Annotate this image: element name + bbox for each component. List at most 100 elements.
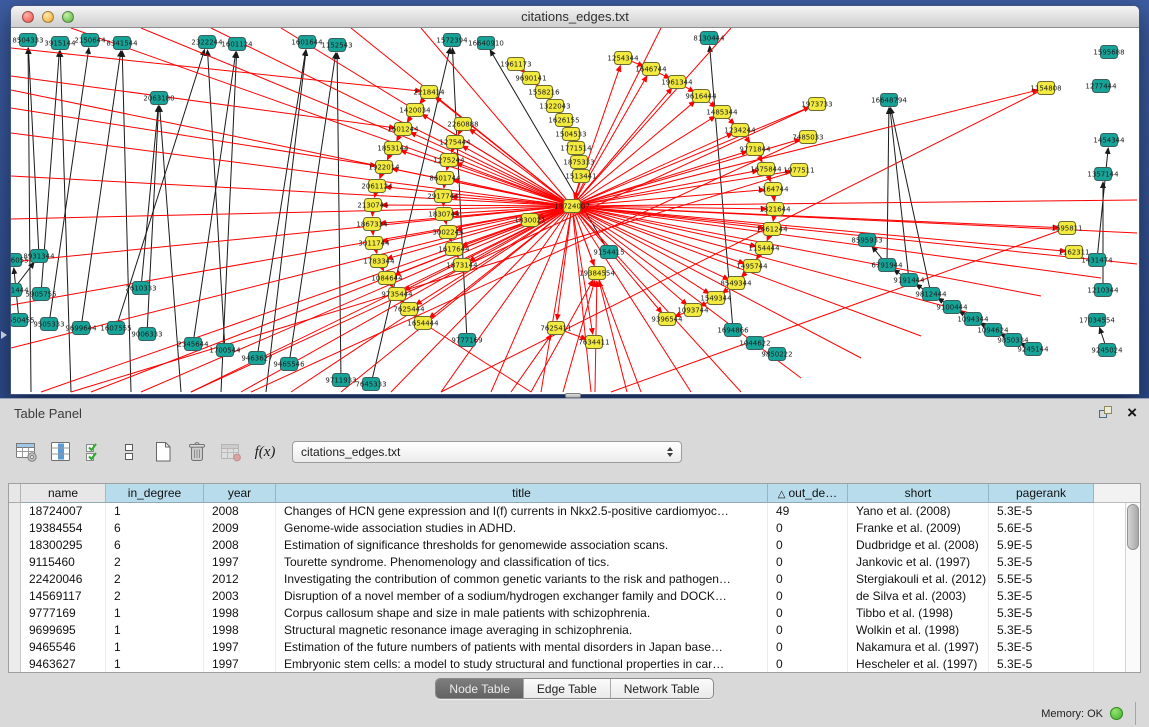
table-cell[interactable]: 5.3E-5 xyxy=(989,554,1094,571)
table-cell[interactable]: 2003 xyxy=(204,588,276,605)
table-cell[interactable]: 49 xyxy=(768,503,848,520)
table-cell[interactable]: 18300295 xyxy=(21,537,106,554)
table-cell[interactable]: Corpus callosum shape and size in male p… xyxy=(276,605,768,622)
table-cell[interactable]: 0 xyxy=(768,656,848,673)
table-cell[interactable]: Jankovic et al. (1997) xyxy=(848,554,989,571)
table-cell[interactable]: 2008 xyxy=(204,537,276,554)
table-cell[interactable]: 0 xyxy=(768,639,848,656)
table-cell[interactable]: 1 xyxy=(106,656,204,673)
table-cell[interactable]: Franke et al. (2009) xyxy=(848,520,989,537)
table-cell[interactable]: 5.3E-5 xyxy=(989,605,1094,622)
table-cell[interactable]: 6 xyxy=(106,537,204,554)
column-header-pagerank[interactable]: pagerank xyxy=(989,484,1094,503)
table-cell[interactable]: 1 xyxy=(106,605,204,622)
delete-table-button[interactable] xyxy=(182,438,212,466)
table-cell[interactable]: Stergiakouli et al. (2012) xyxy=(848,571,989,588)
show-column-button[interactable] xyxy=(46,438,76,466)
table-cell[interactable]: 6 xyxy=(106,520,204,537)
window-titlebar[interactable]: citations_edges.txt xyxy=(11,6,1139,28)
minimize-window-icon[interactable] xyxy=(42,11,54,23)
table-row[interactable]: 1938455462009Genome-wide association stu… xyxy=(9,520,1140,537)
table-cell[interactable]: 5.3E-5 xyxy=(989,639,1094,656)
table-row[interactable]: 911546021997Tourette syndrome. Phenomeno… xyxy=(9,554,1140,571)
table-cell[interactable]: 1998 xyxy=(204,605,276,622)
table-cell[interactable]: 18724007 xyxy=(21,503,106,520)
table-cell[interactable]: Yano et al. (2008) xyxy=(848,503,989,520)
table-cell[interactable]: 2 xyxy=(106,554,204,571)
column-header-in_degree[interactable]: in_degree xyxy=(106,484,204,503)
table-cell[interactable]: 0 xyxy=(768,554,848,571)
table-row[interactable]: 977716911998Corpus callosum shape and si… xyxy=(9,605,1140,622)
table-cell[interactable]: Wolkin et al. (1998) xyxy=(848,622,989,639)
table-cell[interactable]: 22420046 xyxy=(21,571,106,588)
table-cell[interactable]: de Silva et al. (2003) xyxy=(848,588,989,605)
column-header-out_degree[interactable]: △out_de… xyxy=(768,484,848,503)
table-row[interactable]: 1830029562008Estimation of significance … xyxy=(9,537,1140,554)
column-header-title[interactable]: title xyxy=(276,484,768,503)
row-selection-button[interactable] xyxy=(80,438,110,466)
tab-edge-table[interactable]: Edge Table xyxy=(524,679,611,698)
table-cell[interactable]: 9777169 xyxy=(21,605,106,622)
table-cell[interactable]: 14569117 xyxy=(21,588,106,605)
table-row[interactable]: 969969511998Structural magnetic resonanc… xyxy=(9,622,1140,639)
table-cell[interactable]: 2 xyxy=(106,571,204,588)
table-cell[interactable]: 0 xyxy=(768,520,848,537)
table-cell[interactable]: 9465546 xyxy=(21,639,106,656)
table-cell[interactable]: 5.6E-5 xyxy=(989,520,1094,537)
table-cell[interactable]: 1 xyxy=(106,622,204,639)
table-cell[interactable]: Tourette syndrome. Phenomenology and cla… xyxy=(276,554,768,571)
table-cell[interactable]: 1997 xyxy=(204,639,276,656)
table-row[interactable]: 1456911722003Disruption of a novel membe… xyxy=(9,588,1140,605)
table-cell[interactable]: Nakamura et al. (1997) xyxy=(848,639,989,656)
table-cell[interactable]: Hescheler et al. (1997) xyxy=(848,656,989,673)
table-cell[interactable]: Disruption of a novel member of a sodium… xyxy=(276,588,768,605)
table-settings-button[interactable] xyxy=(12,438,42,466)
new-table-button[interactable] xyxy=(148,438,178,466)
table-row[interactable]: 2242004622012Investigating the contribut… xyxy=(9,571,1140,588)
table-cell[interactable]: 5.9E-5 xyxy=(989,537,1094,554)
scrollbar-thumb[interactable] xyxy=(1127,504,1139,550)
table-row[interactable]: 1872400712008Changes of HCN gene express… xyxy=(9,503,1140,520)
table-cell[interactable]: 0 xyxy=(768,571,848,588)
table-cell[interactable]: Embryonic stem cells: a model to study s… xyxy=(276,656,768,673)
table-cell[interactable]: Investigating the contribution of common… xyxy=(276,571,768,588)
table-cell[interactable]: 2008 xyxy=(204,503,276,520)
table-cell[interactable]: 1997 xyxy=(204,554,276,571)
table-select[interactable]: citations_edges.txt xyxy=(292,441,682,463)
table-cell[interactable]: Tibbo et al. (1998) xyxy=(848,605,989,622)
table-cell[interactable]: 5.3E-5 xyxy=(989,588,1094,605)
close-panel-icon[interactable]: × xyxy=(1127,406,1137,419)
table-cell[interactable]: 0 xyxy=(768,605,848,622)
table-row[interactable]: 946554611997Estimation of the future num… xyxy=(9,639,1140,656)
table-cell[interactable]: Estimation of significance thresholds fo… xyxy=(276,537,768,554)
table-vertical-scrollbar[interactable] xyxy=(1125,503,1140,672)
column-header-year[interactable]: year xyxy=(204,484,276,503)
table-cell[interactable]: 9699695 xyxy=(21,622,106,639)
table-cell[interactable]: Estimation of the future numbers of pati… xyxy=(276,639,768,656)
table-cell[interactable]: 0 xyxy=(768,622,848,639)
column-header-short[interactable]: short xyxy=(848,484,989,503)
two-rows-button[interactable] xyxy=(114,438,144,466)
table-cell[interactable]: 5.3E-5 xyxy=(989,622,1094,639)
table-cell[interactable]: 9115460 xyxy=(21,554,106,571)
panel-collapse-arrow-icon[interactable] xyxy=(1,331,7,339)
network-canvas[interactable]: 1872400719611739690141155821613220431626… xyxy=(11,28,1139,394)
table-row[interactable]: 946362711997Embryonic stem cells: a mode… xyxy=(9,656,1140,673)
table-cell[interactable]: 5.3E-5 xyxy=(989,656,1094,673)
table-cell[interactable]: 2012 xyxy=(204,571,276,588)
panel-divider-handle[interactable] xyxy=(565,393,581,398)
table-cell[interactable]: 1997 xyxy=(204,656,276,673)
zoom-window-icon[interactable] xyxy=(62,11,74,23)
table-cell[interactable]: 1998 xyxy=(204,622,276,639)
column-header-name[interactable]: name xyxy=(21,484,106,503)
table-cell[interactable]: 1 xyxy=(106,503,204,520)
float-panel-icon[interactable] xyxy=(1099,406,1113,419)
table-cell[interactable]: 5.3E-5 xyxy=(989,503,1094,520)
table-cell[interactable]: Structural magnetic resonance image aver… xyxy=(276,622,768,639)
table-cell[interactable]: Changes of HCN gene expression and I(f) … xyxy=(276,503,768,520)
table-cell[interactable]: Genome-wide association studies in ADHD. xyxy=(276,520,768,537)
table-cell[interactable]: 2 xyxy=(106,588,204,605)
function-builder-button[interactable]: f(x) xyxy=(250,438,280,466)
table-cell[interactable]: 1 xyxy=(106,639,204,656)
table-cell[interactable]: 9463627 xyxy=(21,656,106,673)
